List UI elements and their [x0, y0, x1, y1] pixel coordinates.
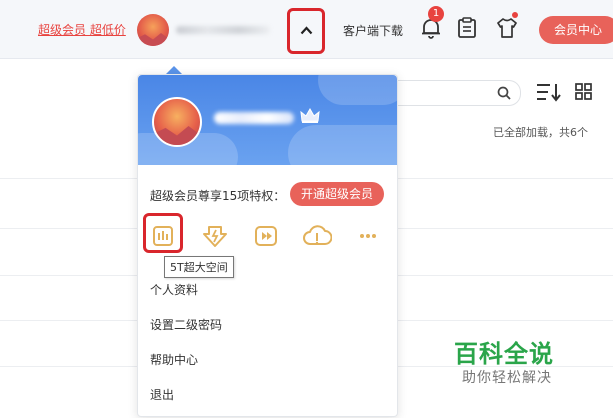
dropdown-header	[138, 75, 397, 165]
menu-item-help-center[interactable]: 帮助中心	[150, 351, 198, 368]
storage-icon[interactable]	[148, 221, 178, 251]
watermark-title: 百科全说	[454, 340, 554, 368]
menu-item-profile[interactable]: 个人资料	[150, 281, 198, 298]
notification-badge: 1	[428, 6, 444, 22]
watermark-subtitle: 助你轻松解决	[462, 370, 552, 386]
loaded-status: 已全部加载，共6个	[493, 126, 588, 139]
client-download-link[interactable]: 客户端下载	[343, 22, 403, 39]
menu-item-secondary-password[interactable]: 设置二级密码	[150, 316, 222, 333]
vip-promo-link[interactable]: 超级会员 超低价	[38, 21, 126, 38]
video-icon[interactable]	[251, 221, 281, 251]
top-bar: 超级会员 超低价 客户端下载 1 会员中心	[0, 0, 613, 59]
sort-icon[interactable]	[536, 82, 562, 102]
skin-new-dot	[512, 12, 518, 18]
skin-shirt-icon[interactable]	[496, 17, 518, 39]
chevron-up-icon	[300, 26, 313, 35]
search-icon[interactable]	[497, 86, 511, 100]
vip-center-button[interactable]: 会员中心	[539, 16, 613, 44]
clipboard-icon[interactable]	[457, 17, 477, 39]
more-icon[interactable]	[353, 221, 383, 251]
speed-download-icon[interactable]	[200, 221, 230, 251]
open-vip-button[interactable]: 开通超级会员	[290, 182, 384, 206]
crown-icon	[300, 108, 320, 123]
search-input[interactable]	[395, 80, 521, 106]
collapse-user-menu-button[interactable]	[287, 8, 325, 54]
dropdown-avatar[interactable]	[152, 97, 202, 147]
user-dropdown-menu: 超级会员尊享15项特权： 开通超级会员 5T超大空间 个人资料 设置二级密码 帮…	[137, 74, 398, 417]
avatar[interactable]	[137, 14, 169, 46]
vip-privileges-text: 超级会员尊享15项特权：	[150, 189, 286, 203]
cloud-upload-icon[interactable]	[302, 221, 332, 251]
menu-item-logout[interactable]: 退出	[150, 386, 174, 403]
grid-view-icon[interactable]	[575, 83, 592, 100]
storage-tooltip: 5T超大空间	[164, 256, 234, 278]
username-blurred	[176, 26, 270, 34]
dropdown-username-blurred	[214, 112, 294, 124]
